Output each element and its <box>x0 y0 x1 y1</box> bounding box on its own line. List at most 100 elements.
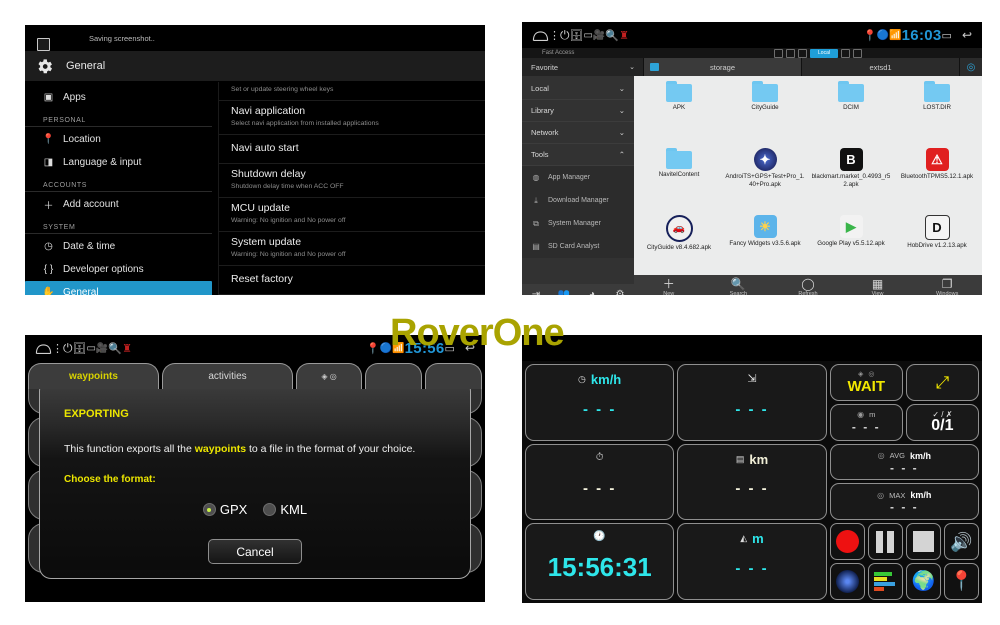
tab-favorite[interactable]: Favorite ⌄ <box>522 58 644 76</box>
crumb-local-active[interactable]: Local <box>810 48 838 58</box>
sidebar-item-add-account[interactable]: ＋ Add account <box>25 193 218 216</box>
option-row-navi-application[interactable]: Navi application Select navi application… <box>219 101 485 135</box>
marker-button[interactable]: 📍 <box>943 563 979 600</box>
file-item-google-play[interactable]: ▶ Google Play v5.5.12.apk <box>808 215 894 282</box>
dialog-text-after: to a file in the format of your choice. <box>246 443 416 455</box>
view-button[interactable]: ▦ View <box>843 278 913 295</box>
sidebar-group-library[interactable]: Library ⌄ <box>522 100 634 122</box>
option-row-reset-factory[interactable]: Reset factory <box>219 266 485 295</box>
file-item-lostdir-folder[interactable]: LOST.DIR <box>894 81 980 148</box>
globe-button[interactable]: 🌍 <box>905 563 941 600</box>
sidebar-exit-button[interactable]: ⇥ Exit <box>522 284 550 296</box>
tab-add[interactable]: ◎ <box>960 58 982 76</box>
signal-bars-button[interactable] <box>867 563 903 600</box>
crumb-icon[interactable] <box>841 48 850 58</box>
option-row-mcu-update[interactable]: MCU update Warning: No ignition and No p… <box>219 198 485 232</box>
tab-extra-1[interactable] <box>365 363 422 389</box>
tile-clock[interactable]: 🕐 15:56:31 <box>525 523 675 600</box>
refresh-button[interactable]: ◯ Refresh <box>773 278 843 295</box>
sidebar-theme-button[interactable]: ◕ Theme <box>578 284 606 296</box>
screenshot-icon[interactable]: ▭ <box>583 30 592 41</box>
tile-speed[interactable]: ◷ km/h - - - <box>525 364 675 441</box>
sidebar-group-local[interactable]: Local ⌄ <box>522 78 634 100</box>
tile-avg-speed[interactable]: ◎ AVG km/h - - - <box>829 443 979 481</box>
tile-status-wait[interactable]: ◈ ◎ WAIT <box>829 364 903 401</box>
camera-icon[interactable]: 🎥 <box>96 343 108 354</box>
tab-storage[interactable]: storage <box>644 58 802 76</box>
sidebar-recommend-button[interactable]: 👥 Recomme... <box>550 284 578 296</box>
sidebar-item-apps[interactable]: ▣ Apps <box>25 86 218 109</box>
windows-button[interactable]: ❐ Windows <box>912 278 982 295</box>
power-icon[interactable]: ⏻ <box>560 28 570 43</box>
tile-timer[interactable]: ⏱ - - - <box>525 443 675 521</box>
cancel-button[interactable]: Cancel <box>208 539 302 564</box>
file-item-androits-gps[interactable]: ✦ AndroiTS+GPS+Test+Pro_1.40+Pro.apk <box>722 148 808 215</box>
search-icon[interactable]: 🔍 <box>605 29 619 42</box>
file-item-dcim-folder[interactable]: DCIM <box>808 81 894 148</box>
sidebar-tool-app-manager[interactable]: ◍ App Manager <box>522 166 634 189</box>
file-item-blackmart[interactable]: B blackmart.market_0.4993_r52.apk <box>808 148 894 215</box>
sidebar-item-language[interactable]: ◨ Language & input <box>25 151 218 174</box>
tile-elevation[interactable]: ◭ m - - - <box>677 523 827 600</box>
tile-compass[interactable]: ⇲ - - - <box>677 364 827 441</box>
overflow-menu-icon[interactable]: ⋮ <box>549 29 560 42</box>
home-icon[interactable] <box>532 29 549 42</box>
crumb-icon[interactable] <box>798 48 807 58</box>
file-item-hobdrive[interactable]: D HobDrive v1.2.13.apk <box>894 215 980 282</box>
app-red-icon[interactable]: ♜ <box>122 342 132 355</box>
radio-gpx[interactable]: GPX <box>202 502 247 517</box>
tab-extra-2[interactable] <box>425 363 482 389</box>
crumb-icon[interactable] <box>786 48 795 58</box>
sidebar-group-tools[interactable]: Tools ⌃ <box>522 144 634 166</box>
search-button[interactable]: 🔍 Search <box>704 278 774 295</box>
tile-distance[interactable]: ▤ km - - - <box>677 443 827 521</box>
option-row-shutdown-delay[interactable]: Shutdown delay Shutdown delay time when … <box>219 164 485 198</box>
file-item-bluetooth-tpms[interactable]: ⚠ BluetoothTPMS5.12.1.apk <box>894 148 980 215</box>
camera-icon[interactable]: 🎥 <box>593 30 605 41</box>
pause-button[interactable] <box>867 523 903 561</box>
file-item-apk-folder[interactable]: APK <box>636 81 722 148</box>
usb-icon[interactable]: 🗄 <box>73 342 87 355</box>
sidebar-item-date-time[interactable]: ◷ Date & time <box>25 235 218 258</box>
overflow-menu-icon[interactable]: ⋮ <box>52 342 63 355</box>
tile-satellites[interactable]: ✓ / ✗ 0/1 <box>905 403 979 441</box>
crumb-icon[interactable] <box>853 48 862 58</box>
tab-extsd1[interactable]: extsd1 <box>802 58 960 76</box>
option-row[interactable]: Set or update steering wheel keys <box>219 83 485 101</box>
new-button[interactable]: ＋ New <box>634 278 704 295</box>
sidebar-tool-sd-card-analyst[interactable]: ▤ SD Card Analyst <box>522 235 634 258</box>
tile-altitude[interactable]: ◉ m - - - <box>829 403 903 441</box>
recents-icon[interactable]: ▭ <box>942 29 952 42</box>
tab-waypoints[interactable]: waypoints <box>28 363 159 389</box>
sidebar-group-network[interactable]: Network ⌄ <box>522 122 634 144</box>
tile-max-speed[interactable]: ◎ MAX km/h - - - <box>829 483 979 521</box>
screenshot-icon[interactable]: ▭ <box>86 343 95 354</box>
sidebar-item-general[interactable]: ✋ General <box>25 281 212 295</box>
record-button[interactable] <box>829 523 865 561</box>
tab-target[interactable]: ◈ ◎ <box>296 363 362 389</box>
sidebar-item-developer-options[interactable]: { } Developer options <box>25 258 218 281</box>
file-item-navitelcontent-folder[interactable]: NavitelContent <box>636 148 722 215</box>
file-item-fancy-widgets[interactable]: ☀ Fancy Widgets v3.5.6.apk <box>722 215 808 282</box>
sidebar-settings-button[interactable]: ⚙ Settings <box>606 284 634 296</box>
power-icon[interactable]: ⏻ <box>63 341 73 356</box>
crumb-icon[interactable] <box>774 48 783 58</box>
sidebar-tool-system-manager[interactable]: ⧉ System Manager <box>522 212 634 235</box>
stop-button[interactable] <box>905 523 941 561</box>
satellite-view-button[interactable] <box>829 563 865 600</box>
option-row-system-update[interactable]: System update Warning: No ignition and N… <box>219 232 485 266</box>
tile-fullscreen[interactable]: ⤢ <box>905 364 979 401</box>
usb-icon[interactable]: 🗄 <box>570 29 584 42</box>
option-row-navi-auto-start[interactable]: Navi auto start <box>219 135 485 164</box>
sidebar-item-location[interactable]: 📍 Location <box>25 128 218 151</box>
radio-kml[interactable]: KML <box>263 502 307 517</box>
volume-button[interactable]: 🔊 <box>943 523 979 561</box>
back-icon[interactable]: ↩ <box>962 28 972 42</box>
home-icon[interactable] <box>35 342 52 355</box>
tab-activities[interactable]: activities <box>162 363 293 389</box>
sidebar-tool-download-manager[interactable]: ⤓ Download Manager <box>522 189 634 212</box>
app-red-icon[interactable]: ♜ <box>619 29 629 42</box>
file-item-cityguide-folder[interactable]: CityGuide <box>722 81 808 148</box>
search-icon[interactable]: 🔍 <box>108 342 122 355</box>
file-item-cityguide-apk[interactable]: 🚗 CityGuide v8.4.682.apk <box>636 215 722 282</box>
